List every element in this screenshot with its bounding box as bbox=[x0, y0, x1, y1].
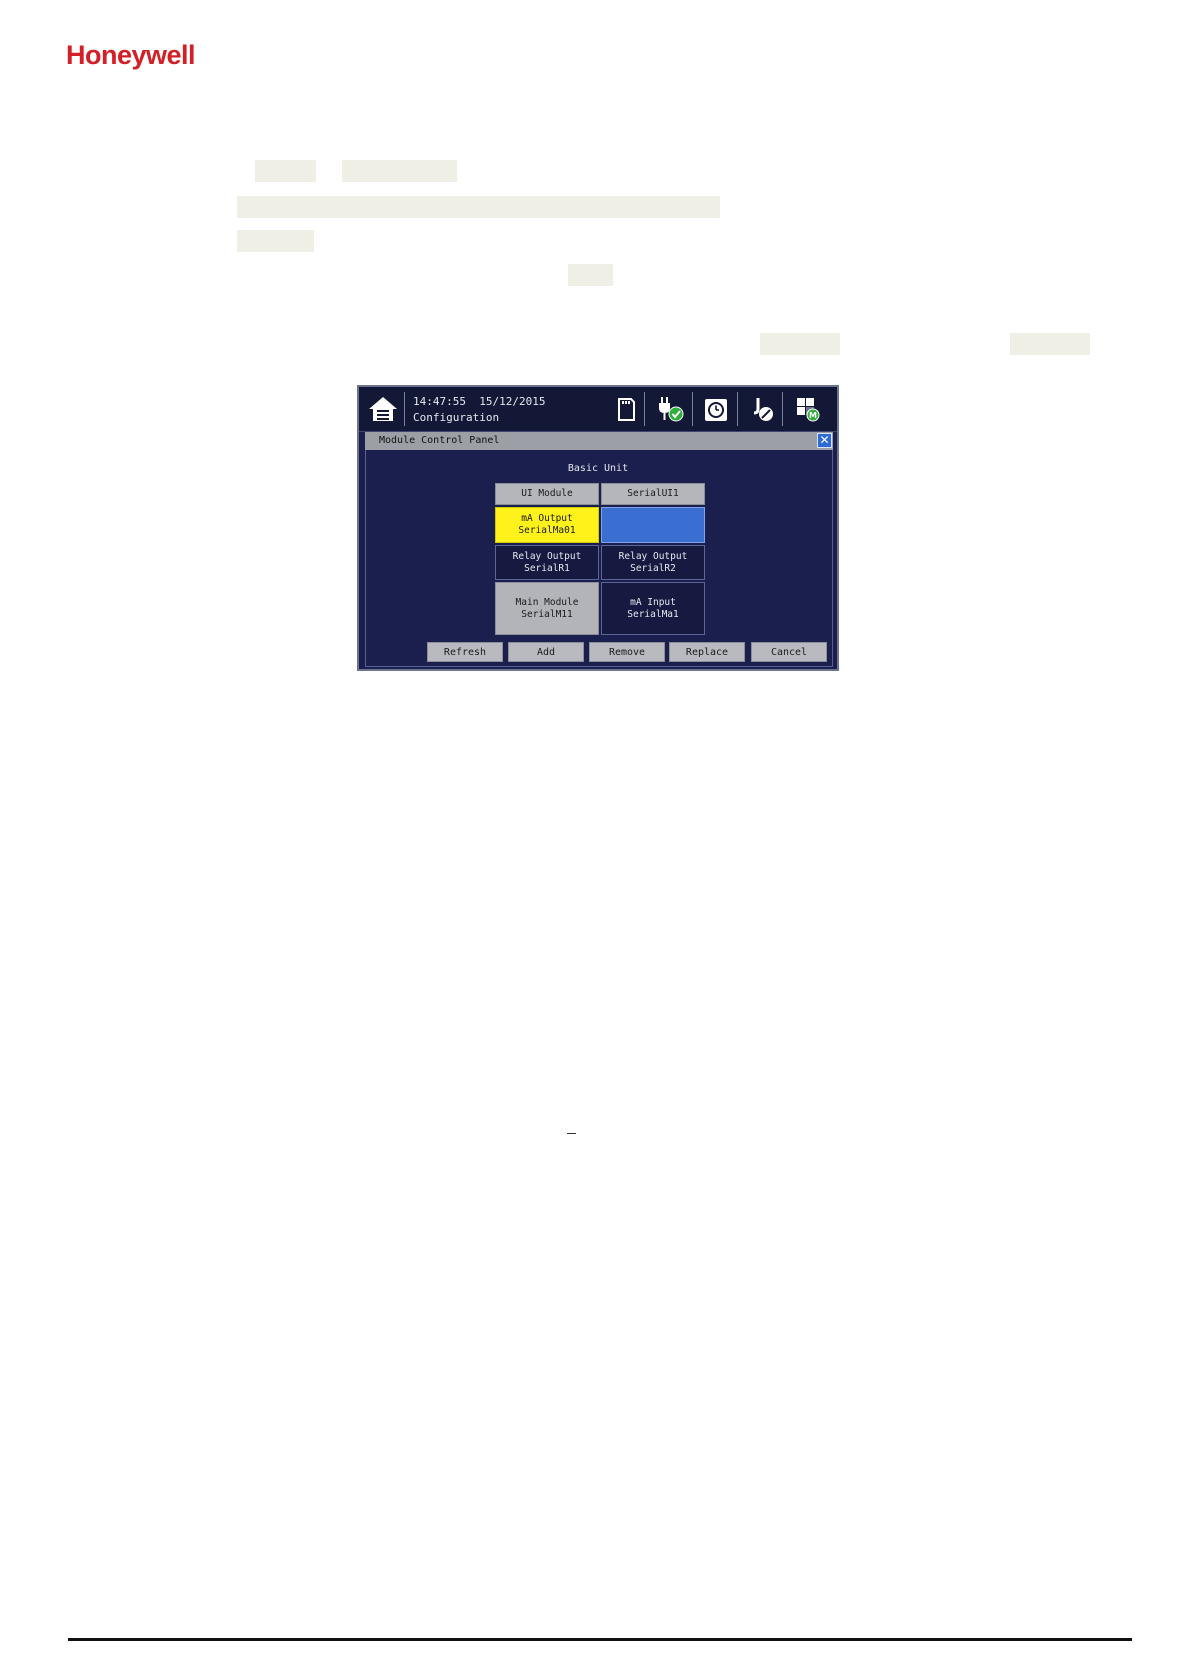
module-slot[interactable]: mA Input SerialMa1 bbox=[601, 582, 705, 635]
slot-name: Relay Output bbox=[618, 550, 688, 562]
text-highlight bbox=[568, 264, 613, 286]
sd-card-icon[interactable] bbox=[611, 395, 641, 423]
module-slot-empty[interactable] bbox=[601, 507, 705, 543]
power-ok-icon[interactable] bbox=[655, 395, 685, 423]
header-separator bbox=[644, 392, 645, 426]
time-text: 14:47:55 bbox=[413, 395, 466, 408]
text-highlight bbox=[760, 333, 840, 355]
cancel-button[interactable]: Cancel bbox=[751, 642, 827, 662]
alarm-clock-icon[interactable] bbox=[702, 395, 732, 423]
honeywell-logo: Honeywell bbox=[66, 40, 196, 70]
datetime: 14:47:55 15/12/2015 bbox=[413, 395, 545, 408]
column-header-ui-module: UI Module bbox=[495, 483, 599, 505]
svg-text:M: M bbox=[809, 411, 817, 420]
status-header: 14:47:55 15/12/2015 Configuration M bbox=[359, 387, 837, 432]
mode-text: Configuration bbox=[413, 411, 500, 424]
device-screen: 14:47:55 15/12/2015 Configuration M Modu… bbox=[357, 385, 839, 671]
module-slot[interactable]: Relay Output SerialR2 bbox=[601, 545, 705, 580]
slot-name: Main Module bbox=[515, 596, 579, 608]
add-button[interactable]: Add bbox=[508, 642, 584, 662]
module-slot-main[interactable]: Main Module SerialM11 bbox=[495, 582, 599, 635]
text-highlight bbox=[237, 196, 720, 218]
footer-rule bbox=[68, 1638, 1132, 1641]
module-slot-selected[interactable]: mA Output SerialMa01 bbox=[495, 507, 599, 543]
slot-name: mA Input bbox=[630, 596, 676, 608]
header-separator bbox=[692, 392, 693, 426]
panel-body bbox=[365, 450, 833, 667]
slot-serial: SerialM11 bbox=[521, 608, 573, 620]
page-mark bbox=[567, 1133, 576, 1134]
header-separator bbox=[782, 392, 783, 426]
close-button[interactable]: ✕ bbox=[817, 433, 832, 448]
slot-serial: SerialR1 bbox=[524, 562, 570, 574]
slot-serial: SerialMa01 bbox=[518, 525, 576, 536]
text-highlight bbox=[1010, 333, 1090, 355]
text-highlight bbox=[342, 160, 457, 182]
header-separator bbox=[737, 392, 738, 426]
remove-button[interactable]: Remove bbox=[589, 642, 665, 662]
slot-serial: SerialR2 bbox=[630, 562, 676, 574]
maintenance-icon[interactable] bbox=[748, 395, 778, 423]
text-highlight bbox=[237, 230, 314, 252]
column-header-serial: SerialUI1 bbox=[601, 483, 705, 505]
header-separator bbox=[404, 392, 405, 426]
date-text: 15/12/2015 bbox=[479, 395, 546, 408]
replace-button[interactable]: Replace bbox=[669, 642, 745, 662]
home-icon[interactable] bbox=[367, 395, 399, 423]
slot-serial: SerialMa1 bbox=[627, 608, 679, 620]
refresh-button[interactable]: Refresh bbox=[427, 642, 503, 662]
slot-name: mA Output bbox=[521, 513, 573, 524]
module-slot[interactable]: Relay Output SerialR1 bbox=[495, 545, 599, 580]
module-grid-icon[interactable]: M bbox=[793, 395, 823, 423]
section-title: Basic Unit bbox=[567, 463, 629, 474]
panel-title: Module Control Panel bbox=[365, 432, 833, 450]
text-highlight bbox=[255, 160, 316, 182]
slot-name: Relay Output bbox=[512, 550, 582, 562]
